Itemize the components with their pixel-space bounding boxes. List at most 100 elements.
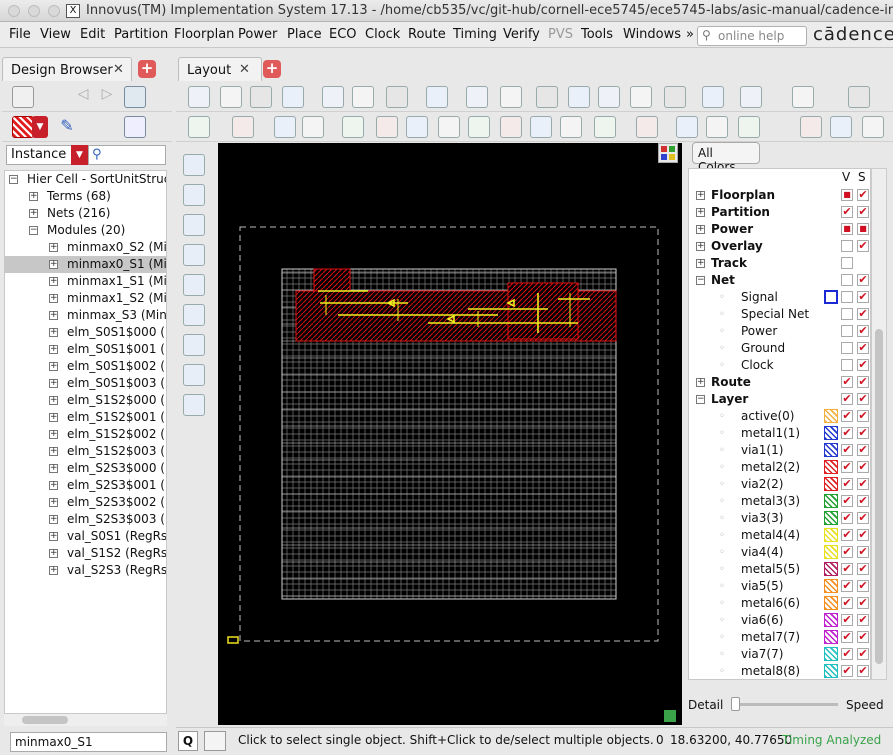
expand-icon[interactable]: + [696, 259, 705, 268]
expand-icon[interactable]: + [49, 396, 58, 405]
menu-place[interactable]: Place [287, 27, 322, 42]
horizontal-scrollbar[interactable] [4, 714, 167, 726]
expand-icon[interactable]: + [696, 191, 705, 200]
align-vertical-icon[interactable] [183, 214, 205, 236]
tool-icon[interactable] [500, 86, 522, 108]
close-tab-icon[interactable]: ✕ [113, 62, 124, 77]
layer-color-swatch[interactable] [824, 511, 838, 525]
expand-icon[interactable]: + [696, 208, 705, 217]
expand-icon[interactable]: + [696, 242, 705, 251]
visible-checkbox[interactable]: ✔ [841, 461, 853, 473]
expand-icon[interactable]: + [49, 498, 58, 507]
expand-icon[interactable]: + [49, 430, 58, 439]
zoom-selected-icon[interactable] [124, 86, 146, 108]
menu-edit[interactable]: Edit [80, 27, 105, 42]
selectable-checkbox[interactable]: ✔ [857, 665, 869, 677]
expand-icon[interactable]: + [49, 379, 58, 388]
collapse-icon[interactable]: − [696, 395, 705, 404]
selectable-checkbox[interactable]: ✔ [857, 308, 869, 320]
measure-icon[interactable] [183, 394, 205, 416]
expand-icon[interactable]: + [49, 345, 58, 354]
expand-icon[interactable]: + [49, 328, 58, 337]
layer-row[interactable]: ◦ metal2(2) ✔ ✔ [689, 459, 870, 476]
layer-color-swatch[interactable] [824, 290, 838, 304]
menu-verify[interactable]: Verify [503, 27, 540, 42]
tree-item[interactable]: + elm_S2S3$002 (Re [5, 494, 166, 511]
selectable-checkbox[interactable]: ✔ [857, 529, 869, 541]
select-box-icon[interactable] [188, 116, 210, 138]
vertical-scrollbar[interactable] [871, 168, 887, 680]
flag-icon[interactable] [676, 116, 698, 138]
menu-overflow[interactable]: » [686, 27, 694, 42]
visible-checkbox[interactable]: ✔ [841, 444, 853, 456]
tree-item[interactable]: + elm_S2S3$003 (Re [5, 511, 166, 528]
visible-checkbox[interactable] [841, 291, 853, 303]
back-arrow-icon[interactable]: ◁ [72, 86, 94, 108]
visible-checkbox[interactable]: ✔ [841, 410, 853, 422]
layer-row[interactable]: ◦ Ground ✔ [689, 340, 870, 357]
tree-item[interactable]: + elm_S0S1$002 (Re [5, 358, 166, 375]
expand-icon[interactable]: + [49, 447, 58, 456]
pin-icon[interactable] [500, 116, 522, 138]
menu-timing[interactable]: Timing [453, 27, 497, 42]
menu-clock[interactable]: Clock [365, 27, 400, 42]
tree-item[interactable]: + minmax0_S1 (Min [5, 256, 166, 273]
copy-icon[interactable] [274, 116, 296, 138]
stretch-icon[interactable] [636, 116, 658, 138]
collapse-icon[interactable]: − [9, 175, 18, 184]
expand-icon[interactable]: + [49, 481, 58, 490]
gear-icon[interactable] [250, 86, 272, 108]
grid-toggle-icon[interactable] [658, 143, 678, 163]
selectable-checkbox[interactable]: ✔ [857, 546, 869, 558]
visible-checkbox[interactable]: ■ [841, 223, 853, 235]
scrollbar-thumb[interactable] [875, 329, 883, 664]
minimize-window-button[interactable] [28, 5, 40, 17]
layer-row[interactable]: ◦ via7(7) ✔ ✔ [689, 646, 870, 663]
selectable-checkbox[interactable]: ✔ [857, 444, 869, 456]
layer-row[interactable]: + Floorplan ■ ✔ [689, 187, 870, 204]
visible-checkbox[interactable] [841, 257, 853, 269]
expand-icon[interactable]: + [696, 225, 705, 234]
tree-item[interactable]: + elm_S1S2$003 (Re [5, 443, 166, 460]
expand-icon[interactable]: + [29, 192, 38, 201]
layer-row[interactable]: + Route ✔ ✔ [689, 374, 870, 391]
visible-checkbox[interactable]: ✔ [841, 631, 853, 643]
forward-arrow-icon[interactable]: ▷ [96, 86, 118, 108]
visible-checkbox[interactable] [841, 342, 853, 354]
red-box-icon[interactable] [800, 116, 822, 138]
layer-row[interactable]: − Net ✔ [689, 272, 870, 289]
selectable-checkbox[interactable]: ■ [857, 223, 869, 235]
green-cell-icon[interactable] [376, 116, 398, 138]
selectable-checkbox[interactable]: ✔ [857, 580, 869, 592]
detail-speed-slider[interactable] [734, 703, 838, 706]
snap-grid-icon[interactable] [183, 364, 205, 386]
selectable-checkbox[interactable]: ✔ [857, 206, 869, 218]
menu-partition[interactable]: Partition [114, 27, 168, 42]
layer-color-swatch[interactable] [824, 562, 838, 576]
selectable-checkbox[interactable]: ✔ [857, 240, 869, 252]
visible-checkbox[interactable]: ✔ [841, 648, 853, 660]
layer-row[interactable]: ◦ active(0) ✔ ✔ [689, 408, 870, 425]
layer-row[interactable]: ◦ Power ✔ [689, 323, 870, 340]
menu-floorplan[interactable]: Floorplan [174, 27, 234, 42]
chevron-down-icon[interactable]: ▼ [71, 145, 88, 165]
visible-checkbox[interactable]: ✔ [841, 478, 853, 490]
menu-windows[interactable]: Windows [623, 27, 681, 42]
tree-item[interactable]: + minmax1_S1 (Min [5, 273, 166, 290]
menu-route[interactable]: Route [408, 27, 446, 42]
tree-item[interactable]: + val_S1S2 (RegRst_ [5, 545, 166, 562]
cell-flag-icon[interactable] [468, 116, 490, 138]
expand-icon[interactable]: + [29, 209, 38, 218]
layer-row[interactable]: ◦ via5(5) ✔ ✔ [689, 578, 870, 595]
menu-view[interactable]: View [40, 27, 71, 42]
visible-checkbox[interactable]: ✔ [841, 546, 853, 558]
expand-icon[interactable]: + [49, 243, 58, 252]
layer-color-swatch[interactable] [824, 630, 838, 644]
layer-color-swatch[interactable] [824, 426, 838, 440]
layer-row[interactable]: ◦ via6(6) ✔ ✔ [689, 612, 870, 629]
expand-icon[interactable]: + [49, 311, 58, 320]
menu-eco[interactable]: ECO [329, 27, 357, 42]
selectable-checkbox[interactable]: ✔ [857, 614, 869, 626]
puzzle-icon[interactable] [830, 116, 852, 138]
layer-row[interactable]: ◦ via3(3) ✔ ✔ [689, 510, 870, 527]
